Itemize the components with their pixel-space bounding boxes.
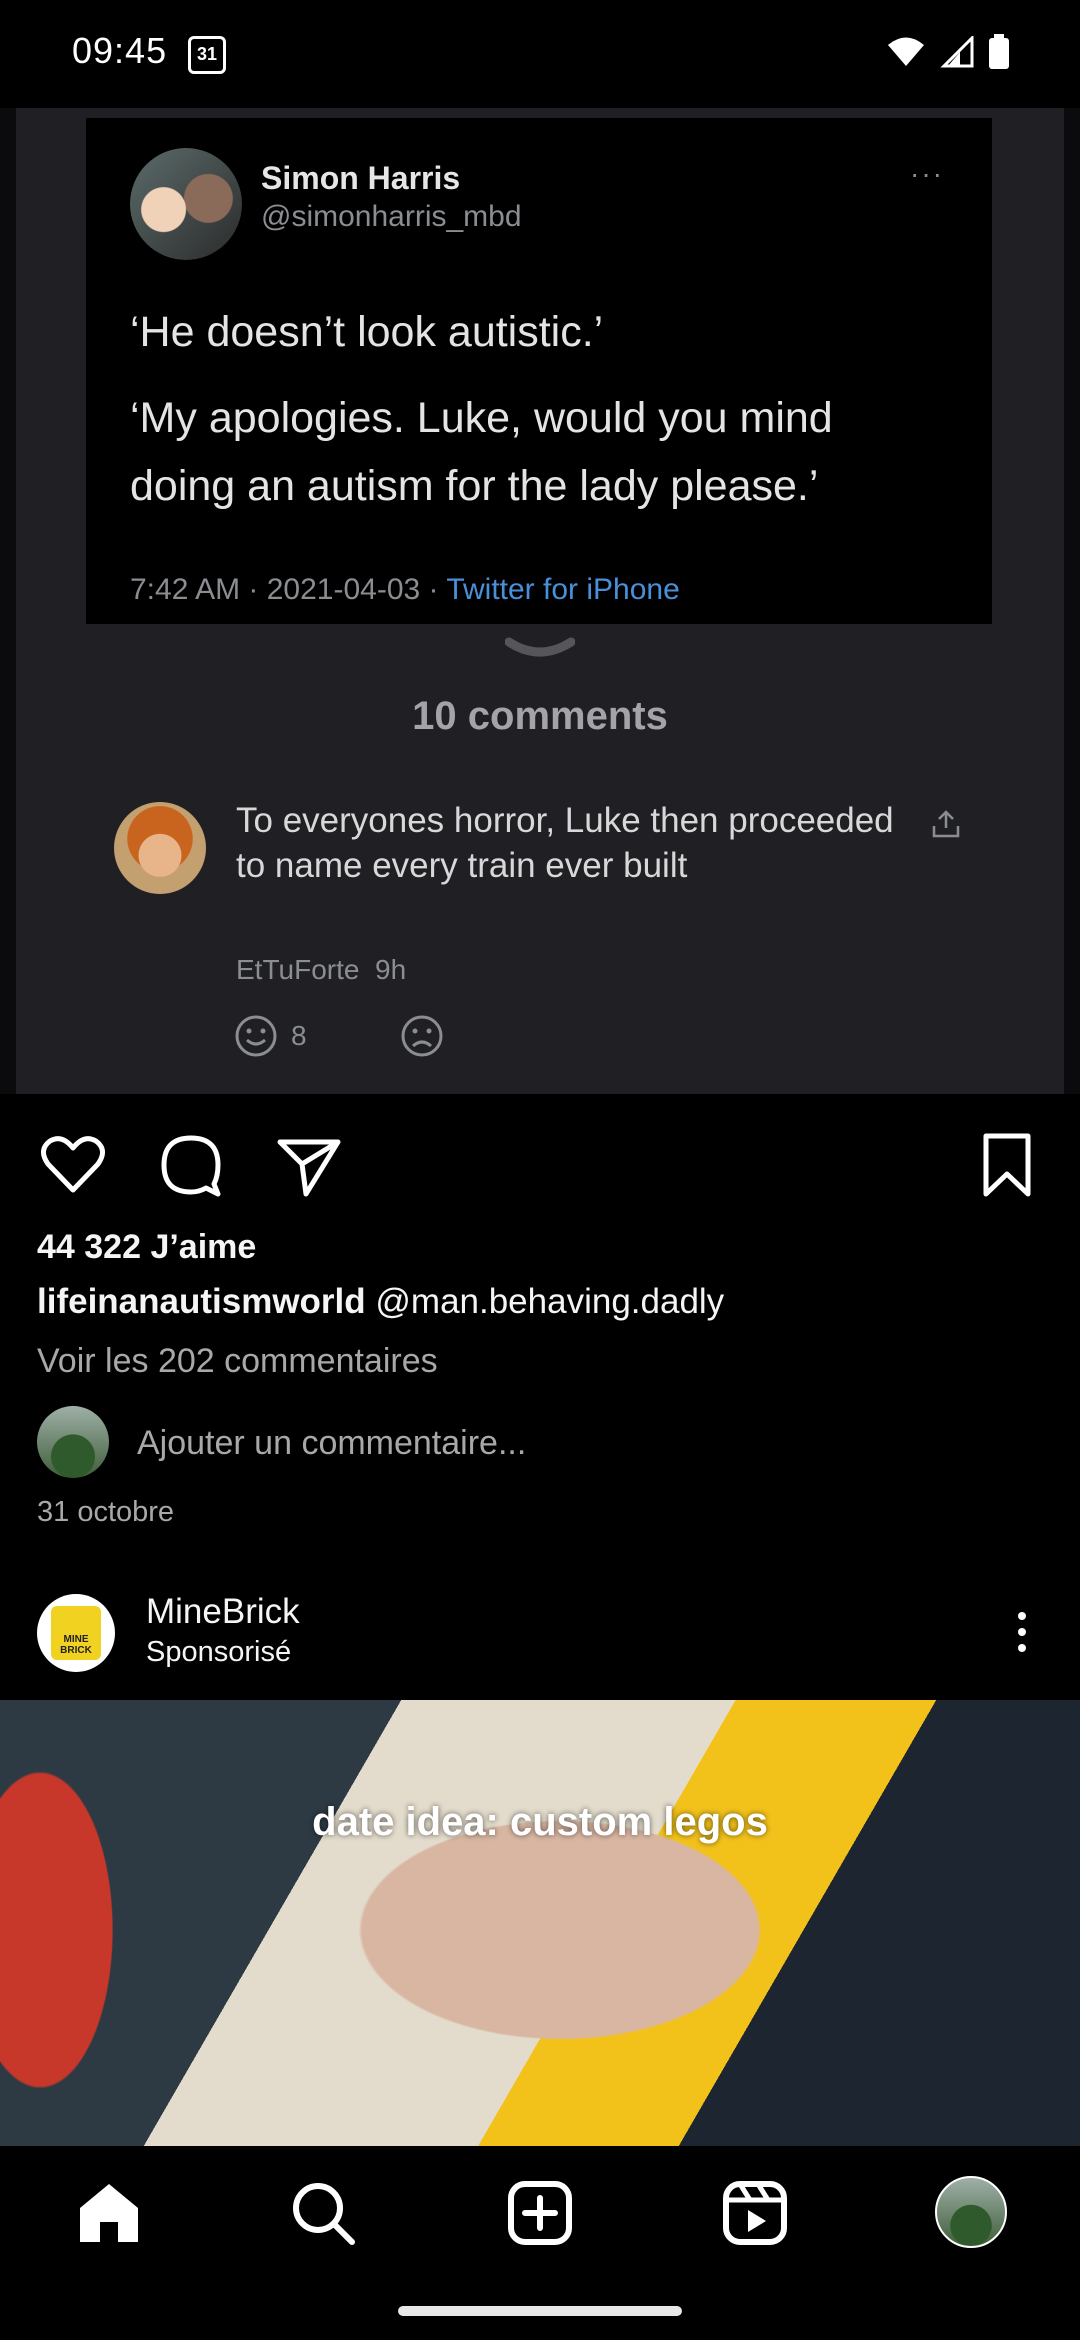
status-time: 09:45 <box>72 30 168 71</box>
search-icon[interactable] <box>288 2178 358 2248</box>
sponsored-label: Sponsorisé <box>146 1636 292 1668</box>
status-icons <box>886 34 1010 70</box>
chevron-down-icon <box>505 637 575 657</box>
caption-text[interactable]: @man.behaving.dadly <box>366 1282 724 1321</box>
tweet-card: Simon Harris @simonharris_mbd ··· ‘He do… <box>86 118 992 624</box>
smile-count: 8 <box>291 1020 307 1051</box>
profile-avatar[interactable] <box>935 2176 1007 2248</box>
post-caption: lifeinanautismworld @man.behaving.dadly <box>37 1282 724 1322</box>
comment-text: To everyones horror, Luke then proceeded… <box>236 801 894 885</box>
comment-author: EtTuForte 9h <box>236 954 406 986</box>
tweet-text-line-3: doing an autism for the lady please.’ <box>130 462 819 510</box>
sponsor-name[interactable]: MineBrick <box>146 1592 300 1632</box>
tweet-author-name: Simon Harris <box>261 160 461 196</box>
post-date: 31 octobre <box>37 1496 175 1528</box>
create-post-icon[interactable] <box>505 2178 575 2248</box>
tweet-text-line-2: ‘My apologies. Luke, would you mind <box>130 394 833 442</box>
tweet-avatar <box>130 148 242 260</box>
comments-count: 10 comments <box>412 694 668 738</box>
add-comment-input[interactable]: Ajouter un commentaire... <box>137 1424 526 1463</box>
tweet-source: Twitter for iPhone <box>446 573 680 606</box>
tweet-author-handle: @simonharris_mbd <box>261 200 522 233</box>
comment-age: 9h <box>375 954 407 985</box>
calendar-icon: 31 <box>188 36 226 74</box>
battery-icon <box>989 34 1009 69</box>
comment-author-name: EtTuForte <box>236 954 360 985</box>
sponsored-video[interactable] <box>0 1700 1080 2146</box>
bookmark-icon[interactable] <box>974 1132 1040 1198</box>
smile-icon <box>235 1015 277 1057</box>
frown-icon <box>401 1015 443 1057</box>
send-icon[interactable] <box>276 1132 342 1198</box>
wifi-icon <box>888 37 924 66</box>
signal-icon <box>940 36 974 68</box>
share-upload-icon <box>932 810 960 838</box>
post-image[interactable]: Simon Harris @simonharris_mbd ··· ‘He do… <box>0 108 1080 1094</box>
reels-icon[interactable] <box>720 2178 790 2248</box>
home-indicator[interactable] <box>398 2306 682 2316</box>
heart-icon[interactable] <box>40 1132 106 1198</box>
home-icon[interactable] <box>74 2178 144 2248</box>
bottom-nav <box>0 2146 1080 2340</box>
tweet-timestamp: 7:42 AM · 2021-04-03 · <box>130 573 447 606</box>
comment-avatar <box>114 802 206 894</box>
more-options-icon[interactable] <box>1012 1610 1032 1654</box>
view-comments-link[interactable]: Voir les 202 commentaires <box>37 1342 438 1381</box>
tweet-more-icon: ··· <box>910 158 944 189</box>
likes-count[interactable]: 44 322 J’aime <box>37 1228 256 1267</box>
tweet-text-line-1: ‘He doesn’t look autistic.’ <box>130 308 604 356</box>
video-overlay-text: date idea: custom legos <box>312 1800 768 1844</box>
caption-username[interactable]: lifeinanautismworld <box>37 1282 366 1321</box>
minebrick-logo: MINE BRICK <box>51 1606 101 1660</box>
status-bar: 09:45 31 <box>0 0 1080 108</box>
avatar <box>37 1406 109 1478</box>
sponsor-avatar[interactable]: MINE BRICK <box>37 1594 115 1672</box>
tweet-meta: 7:42 AM · 2021-04-03 · Twitter for iPhon… <box>130 573 680 607</box>
comment-icon[interactable] <box>158 1132 224 1198</box>
